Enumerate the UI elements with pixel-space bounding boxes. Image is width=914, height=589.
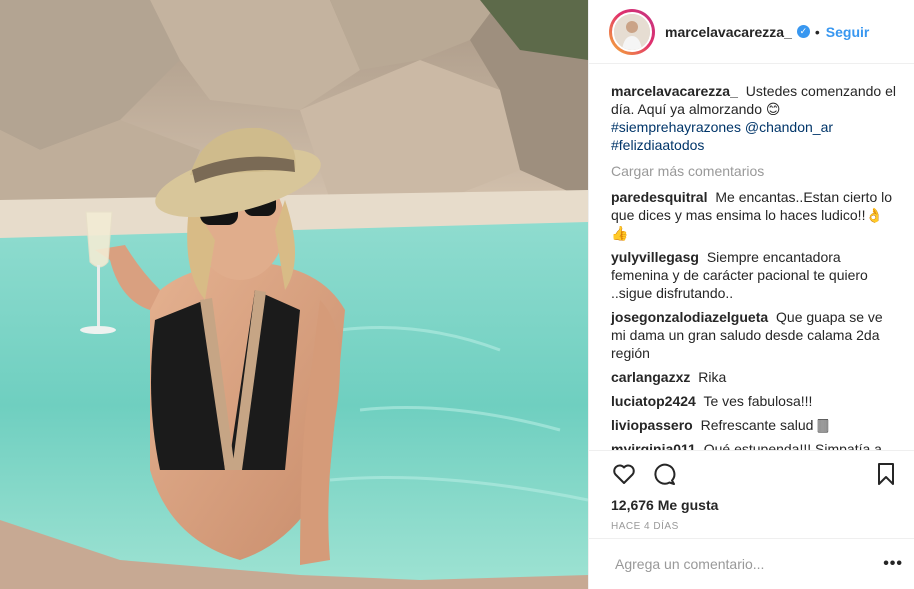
comment-item: paredesquitral Me encantas..Estan cierto…	[611, 188, 899, 242]
avatar-image	[612, 11, 652, 52]
separator-dot: •	[814, 23, 820, 40]
load-more-comments-button[interactable]: Cargar más comentarios	[611, 162, 899, 180]
heart-icon[interactable]	[611, 461, 637, 487]
post-side-panel: marcelavacarezza_ ✓ • Seguir marcelavaca…	[588, 0, 914, 589]
comment-item: liviopassero Refrescante salud 🀫	[611, 416, 899, 434]
header-username[interactable]: marcelavacarezza_	[665, 24, 792, 40]
comment-username[interactable]: yulyvillegasg	[611, 249, 699, 265]
caption-hashtag[interactable]: #felizdiaatodos	[611, 137, 704, 153]
bookmark-icon[interactable]	[873, 461, 899, 487]
comment-item: carlangazxz Rika	[611, 368, 899, 386]
comment-username[interactable]: paredesquitral	[611, 189, 707, 205]
follow-button[interactable]: Seguir	[826, 24, 870, 40]
speech-bubble-icon[interactable]	[651, 461, 677, 487]
pool-selfie-image	[0, 0, 588, 589]
comment-input[interactable]	[615, 556, 884, 572]
add-comment-bar: •••	[589, 538, 914, 589]
comment-username[interactable]: liviopassero	[611, 417, 693, 433]
post-photo[interactable]	[0, 0, 588, 589]
caption-mention[interactable]: @chandon_ar	[745, 119, 833, 135]
comment-item: josegonzalodiazelgueta Que guapa se ve m…	[611, 308, 899, 362]
caption-hashtag[interactable]: #siemprehayrazones	[611, 119, 741, 135]
post-timestamp: HACE 4 DÍAS	[611, 521, 679, 532]
comment-text: Qué estupenda!!! Simpatía a	[703, 441, 882, 450]
verified-badge-icon: ✓	[796, 25, 810, 38]
comment-item: luciatop2424 Te ves fabulosa!!!	[611, 392, 899, 410]
action-icons	[611, 461, 899, 487]
instagram-post-modal: marcelavacarezza_ ✓ • Seguir marcelavaca…	[0, 0, 914, 589]
more-options-button[interactable]: •••	[883, 555, 903, 573]
caption-username[interactable]: marcelavacarezza_	[611, 83, 738, 99]
comment-item: myirginia011 Qué estupenda!!! Simpatía a	[611, 440, 899, 450]
comment-item: yulyvillegasg Siempre encantadora femeni…	[611, 248, 899, 302]
comment-username[interactable]: luciatop2424	[611, 393, 696, 409]
post-header: marcelavacarezza_ ✓ • Seguir	[589, 0, 914, 64]
post-actions: 12,676 Me gusta HACE 4 DÍAS	[589, 450, 914, 532]
comments-list[interactable]: marcelavacarezza_ Ustedes comenzando el …	[589, 64, 914, 450]
comment-username[interactable]: josegonzalodiazelgueta	[611, 309, 768, 325]
comment-text: Te ves fabulosa!!!	[703, 393, 813, 409]
comment-username[interactable]: myirginia011	[611, 441, 696, 450]
likes-count[interactable]: 12,676 Me gusta	[611, 497, 899, 513]
comment-text: Rika	[698, 369, 727, 385]
avatar[interactable]	[609, 8, 655, 55]
comment-username[interactable]: carlangazxz	[611, 369, 690, 385]
comment-text: Refrescante salud 🀫	[700, 417, 829, 433]
post-caption: marcelavacarezza_ Ustedes comenzando el …	[611, 82, 899, 154]
